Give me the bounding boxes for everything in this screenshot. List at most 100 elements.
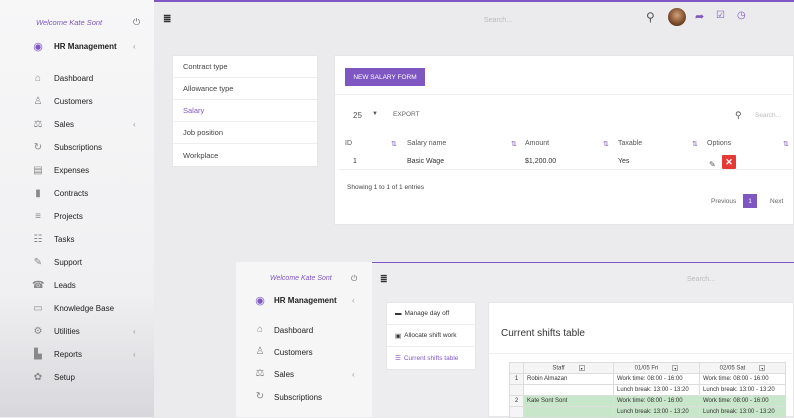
table-row: 2 Kate Sont Sont Work time: 08:00 - 16:0… [509, 395, 786, 407]
share-icon[interactable]: ➦ [695, 10, 704, 28]
sidebar-item-customers[interactable]: ♙ Customers [236, 344, 372, 362]
sort-icon[interactable]: ⇅ [511, 140, 517, 148]
filter-icon[interactable]: ▾ [672, 364, 679, 371]
power-icon[interactable]: ⏻ [133, 17, 140, 28]
cell-staff[interactable] [523, 384, 614, 396]
table-row: 1 Robin Almazan Work time: 08:00 - 16:00… [509, 373, 786, 385]
list-icon: ☰ [395, 355, 401, 362]
sidebar-item-dashboard[interactable]: ⌂ Dashboard [236, 322, 372, 340]
page-size-select[interactable]: 25 [353, 111, 362, 120]
page-1-button[interactable]: 1 [743, 194, 757, 208]
home-icon: ⌂ [34, 72, 42, 84]
sidebar-item-subscriptions[interactable]: ↻ Subscriptions [0, 137, 154, 157]
delete-button[interactable]: ✕ [722, 155, 736, 169]
chevron-left-icon: ‹ [133, 119, 136, 129]
sidebar-item-utilities[interactable]: ⚙ Utilities ‹ [0, 321, 154, 341]
column-header-date-1[interactable]: 01/05 Fri ▾ [613, 362, 700, 374]
column-header-id[interactable]: ID [345, 140, 352, 147]
settings-item-job-position[interactable]: Job position [173, 122, 317, 144]
divider [335, 94, 794, 95]
shifts-grid: Staff ▾ 01/05 Fri ▾ 02/05 Sat ▾ 1 Robin Alm… [509, 362, 786, 418]
chevron-left-icon: ‹ [133, 326, 136, 336]
cogs-icon: ⚙ [33, 325, 43, 337]
sidebar-item-dashboard[interactable]: ⌂ Dashboard [0, 68, 154, 88]
sort-icon[interactable]: ⇅ [603, 140, 609, 148]
table-row: Lunch break: 13:00 - 13:20 Lunch break: … [509, 384, 786, 396]
search-icon[interactable]: ⚲ [646, 10, 655, 28]
next-page-button[interactable]: Next [770, 198, 783, 205]
cell-shift[interactable]: Lunch break: 13:00 - 13:20 [699, 384, 786, 396]
sidebar-item-knowledge-base[interactable]: ▭ Knowledge Base [0, 298, 154, 318]
area-chart-icon: ▙ [34, 348, 42, 360]
menu-item-manage-day-off[interactable]: ▬ Manage day off [387, 303, 475, 325]
new-salary-form-button[interactable]: NEW SALARY FORM [345, 68, 425, 86]
sort-icon[interactable]: ⇅ [783, 140, 789, 148]
sidebar-item-sales[interactable]: ⚖ Sales ‹ [236, 366, 372, 384]
row-number [509, 406, 524, 418]
cell-shift[interactable]: Lunch break: 13:00 - 13:20 [613, 384, 700, 396]
sort-icon[interactable]: ⇅ [692, 140, 698, 148]
column-header-amount[interactable]: Amount [525, 140, 549, 147]
column-header-staff[interactable]: Staff ▾ [523, 362, 614, 374]
sidebar-item-hr-management[interactable]: ◉ HR Management ‹ [0, 36, 154, 56]
power-icon[interactable]: ⏻ [351, 274, 357, 284]
cell-staff[interactable]: Robin Almazan [523, 373, 614, 385]
menu-item-allocate-shift-work[interactable]: ▣ Allocate shift work [387, 325, 475, 347]
export-button[interactable]: EXPORT [393, 111, 420, 118]
settings-menu: Contract type Allowance type Salary Job … [172, 55, 318, 167]
settings-item-allowance-type[interactable]: Allowance type [173, 78, 317, 100]
user-icon: ♙ [255, 346, 265, 357]
menu-toggle-icon[interactable]: ≣ [163, 14, 171, 25]
cell-shift[interactable]: Lunch break: 13:00 - 13:20 [699, 406, 786, 418]
topbar-accent-line [372, 262, 794, 263]
cell-shift[interactable]: Work time: 08:00 - 16:00 [613, 395, 700, 407]
global-search-input[interactable]: Search... [484, 17, 512, 24]
sidebar-item-leads[interactable]: ☎ Leads [0, 275, 154, 295]
settings-item-contract-type[interactable]: Contract type [173, 56, 317, 78]
sidebar-item-customers[interactable]: ♙ Customers [0, 91, 154, 111]
sidebar-item-label: Knowledge Base [54, 303, 115, 313]
sidebar-item-contracts[interactable]: ▮ Contracts [0, 183, 154, 203]
circle-user-icon: ◉ [33, 40, 43, 53]
sidebar-item-expenses[interactable]: ▤ Expenses [0, 160, 154, 180]
sidebar-item-setup[interactable]: ✿ Setup [0, 367, 154, 387]
chevron-left-icon: ‹ [133, 41, 136, 51]
global-search-input[interactable]: Search... [687, 276, 715, 283]
divider [489, 353, 794, 354]
sidebar-item-label: Customers [274, 348, 313, 357]
sidebar-item-subscriptions[interactable]: ↻ Subscriptions [236, 389, 372, 407]
filter-icon[interactable]: ▾ [578, 364, 585, 371]
settings-item-salary[interactable]: Salary [173, 100, 317, 122]
entries-info: Showing 1 to 1 of 1 entries [347, 184, 424, 191]
settings-item-workplace[interactable]: Workplace [173, 144, 317, 166]
menu-item-current-shifts-table[interactable]: ☰ Current shifts table [387, 347, 475, 369]
cell-shift[interactable]: Work time: 08:00 - 16:00 [699, 395, 786, 407]
sidebar-item-sales[interactable]: ⚖ Sales ‹ [0, 114, 154, 134]
shifts-panel: Current shifts table Staff ▾ 01/05 Fri ▾ 0… [488, 302, 794, 418]
menu-toggle-icon[interactable]: ≣ [380, 274, 388, 285]
file-icon: ▮ [35, 187, 41, 199]
sidebar-item-reports[interactable]: ▙ Reports ‹ [0, 344, 154, 364]
chevron-down-icon[interactable]: ▼ [372, 111, 378, 117]
sidebar-item-tasks[interactable]: ☷ Tasks [0, 229, 154, 249]
edit-icon[interactable]: ✎ [709, 160, 716, 169]
sidebar-item-support[interactable]: ✎ Support [0, 252, 154, 272]
checkbox-icon[interactable]: ☑ [716, 10, 725, 28]
cell-shift[interactable]: Work time: 08:00 - 16:00 [613, 373, 700, 385]
previous-page-button[interactable]: Previous [711, 198, 736, 205]
column-header-salary-name[interactable]: Salary name [407, 140, 446, 147]
column-header-taxable[interactable]: Taxable [618, 140, 642, 147]
table-search-input[interactable]: Search... [755, 112, 781, 119]
sort-icon[interactable]: ⇅ [391, 140, 397, 148]
clock-icon[interactable]: ◷ [737, 10, 746, 28]
sidebar-item-projects[interactable]: ≡ Projects [0, 206, 154, 226]
cell-staff[interactable] [523, 406, 614, 418]
column-header-date-2[interactable]: 02/05 Sat ▾ [699, 362, 786, 374]
sidebar-item-label: Reports [54, 349, 83, 359]
cell-shift[interactable]: Work time: 08:00 - 16:00 [699, 373, 786, 385]
cell-staff[interactable]: Kate Sont Sont [523, 395, 614, 407]
filter-icon[interactable]: ▾ [759, 364, 766, 371]
cell-shift[interactable]: Lunch break: 13:00 - 13:20 [613, 406, 700, 418]
avatar[interactable] [668, 8, 686, 26]
sidebar-item-hr-management[interactable]: ◉ HR Management ‹ [236, 292, 372, 310]
